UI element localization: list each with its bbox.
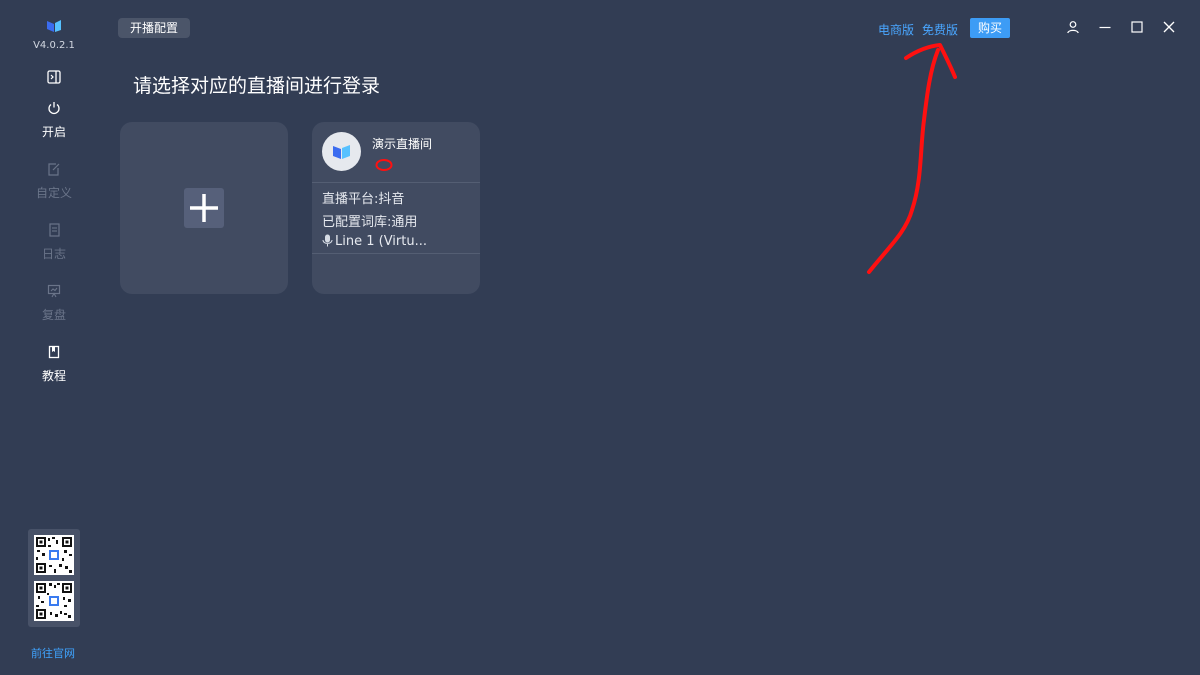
- qr-code-icon: [34, 535, 74, 575]
- sidebar-item-log[interactable]: 日志: [0, 223, 108, 262]
- official-site-link[interactable]: 前往官网: [0, 645, 106, 661]
- close-icon[interactable]: [1162, 20, 1176, 34]
- buy-button[interactable]: 购买: [970, 18, 1010, 38]
- divider: [312, 253, 480, 254]
- microphone-icon: [322, 234, 333, 247]
- sidebar-item-label: 教程: [41, 369, 66, 383]
- sidebar-item-label: 复盘: [41, 308, 66, 322]
- sidebar-item-custom[interactable]: 自定义: [0, 162, 108, 201]
- room-name: 演示直播间: [372, 137, 433, 151]
- minimize-icon[interactable]: [1098, 20, 1112, 34]
- sidebar-item-label: 日志: [41, 247, 66, 261]
- app-version: V4.0.2.1: [33, 40, 75, 51]
- qr-code-panel: [28, 529, 80, 627]
- sidebar-item-tutorial[interactable]: 教程: [0, 345, 108, 384]
- sidebar-item-review[interactable]: 复盘: [0, 284, 108, 323]
- page-tag: 开播配置: [118, 18, 191, 38]
- room-audio-label: Line 1 (Virtu...: [335, 234, 427, 249]
- plus-icon: [190, 194, 218, 222]
- room-library: 已配置词库:通用: [322, 215, 418, 230]
- live-room-card[interactable]: 演示直播间 直播平台:抖音 已配置词库:通用 Line 1 (Virtu...: [312, 122, 480, 294]
- presentation-icon: [47, 284, 61, 298]
- sidebar-item-start[interactable]: 开启: [0, 101, 108, 140]
- annotation-arrow-shaft: [867, 48, 940, 274]
- user-icon[interactable]: [1066, 20, 1080, 34]
- book-icon: [48, 345, 60, 359]
- divider: [312, 182, 480, 183]
- sidebar-item-label: 自定义: [35, 186, 72, 200]
- room-platform: 直播平台:抖音: [322, 192, 405, 207]
- free-edition-link[interactable]: 免费版: [922, 21, 958, 38]
- room-audio-device: Line 1 (Virtu...: [322, 234, 427, 249]
- sidebar-toggle-icon[interactable]: [47, 70, 61, 84]
- sidebar-item-label: 开启: [41, 125, 66, 139]
- app-logo-icon: [333, 145, 350, 159]
- ecommerce-edition-link[interactable]: 电商版: [878, 21, 914, 38]
- sidebar: V4.0.2.1 开启 自定义 日志 复盘 教程 前往官网: [0, 0, 108, 675]
- app-window: V4.0.2.1 开启 自定义 日志 复盘 教程 前往官网 开播配置 电商版 免…: [0, 0, 1200, 675]
- page-title: 请选择对应的直播间进行登录: [133, 75, 381, 97]
- avatar: [322, 132, 361, 171]
- power-icon: [48, 102, 60, 115]
- add-room-button[interactable]: [184, 188, 224, 228]
- qr-code-icon: [34, 581, 74, 621]
- app-logo-icon: [47, 20, 61, 32]
- annotation-overlay: [375, 43, 957, 274]
- annotation-arrow-head: [904, 43, 957, 79]
- add-room-card[interactable]: [120, 122, 288, 294]
- document-icon: [49, 223, 60, 237]
- edit-icon: [48, 163, 60, 176]
- maximize-icon[interactable]: [1130, 20, 1144, 34]
